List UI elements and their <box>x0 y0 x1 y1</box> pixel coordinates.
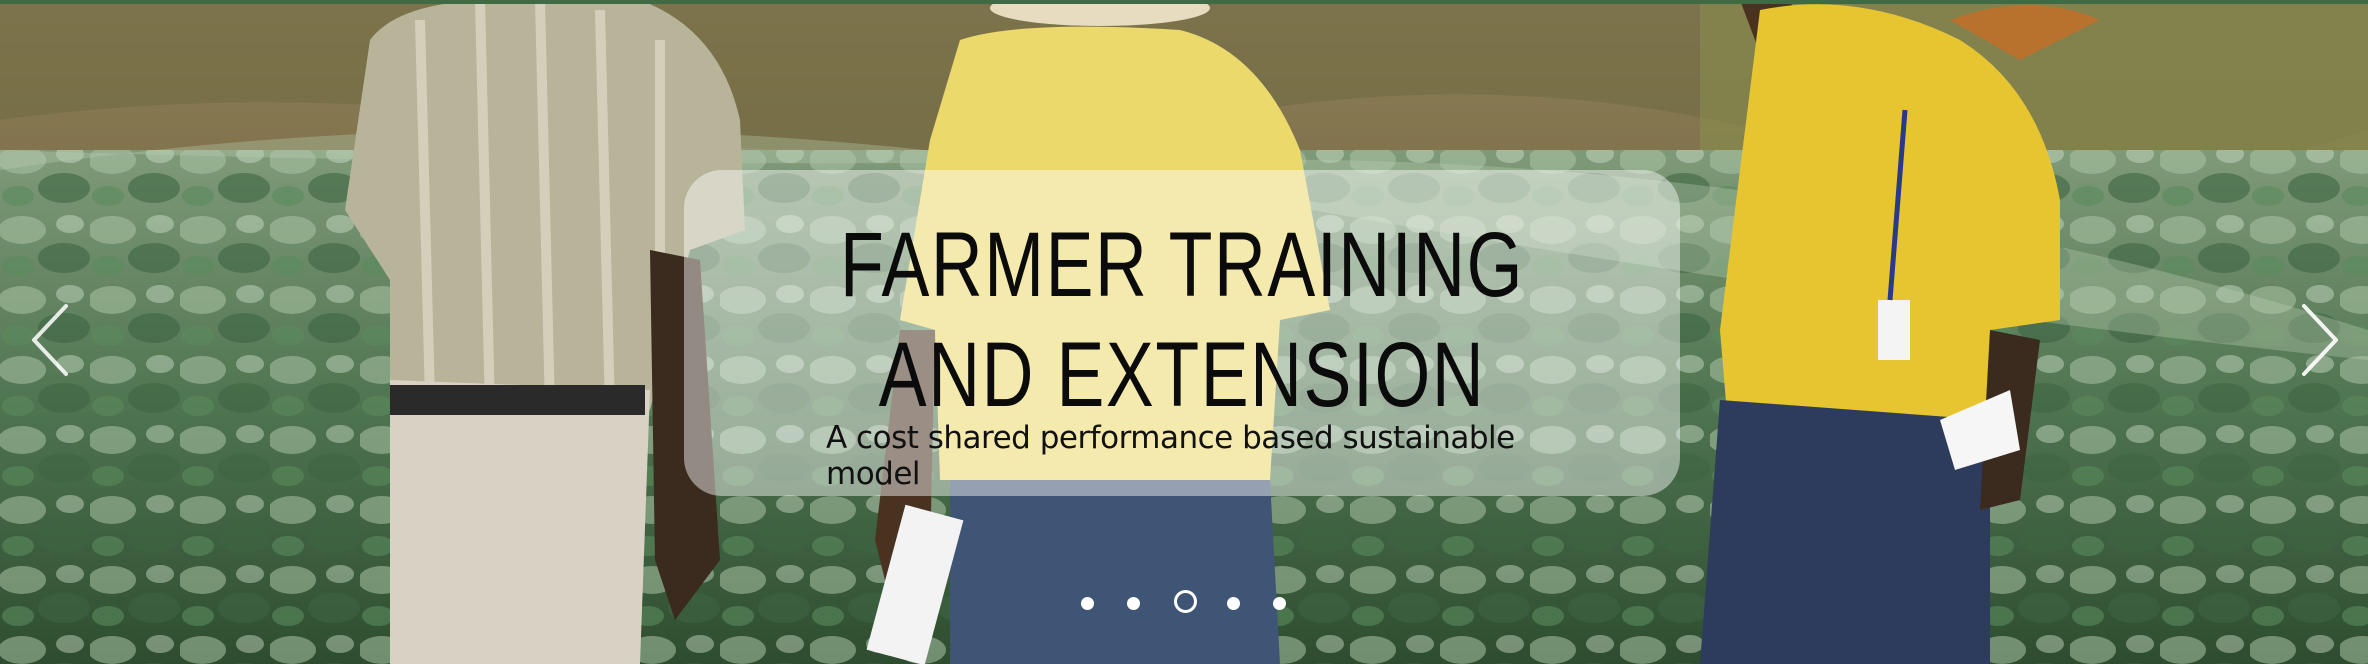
slide-dot-2[interactable] <box>1127 597 1140 610</box>
slide-indicators <box>0 590 2368 620</box>
slide-dot-1[interactable] <box>1081 597 1094 610</box>
next-slide-button[interactable] <box>2290 300 2350 380</box>
prev-slide-button[interactable] <box>20 300 80 380</box>
top-border <box>0 0 2368 4</box>
hero-carousel: FARMER TRAINING AND EXTENSION A cost sha… <box>0 0 2368 664</box>
slide-dot-5[interactable] <box>1273 597 1286 610</box>
chevron-right-icon <box>2302 304 2338 376</box>
slide-subtitle: A cost shared performance based sustaina… <box>826 420 1515 492</box>
slide-dot-3-active[interactable] <box>1174 590 1197 613</box>
slide-title: FARMER TRAINING AND EXTENSION <box>840 214 1524 426</box>
slide-dot-4[interactable] <box>1227 597 1240 610</box>
chevron-left-icon <box>32 304 68 376</box>
slide-caption: FARMER TRAINING AND EXTENSION A cost sha… <box>684 170 1680 496</box>
